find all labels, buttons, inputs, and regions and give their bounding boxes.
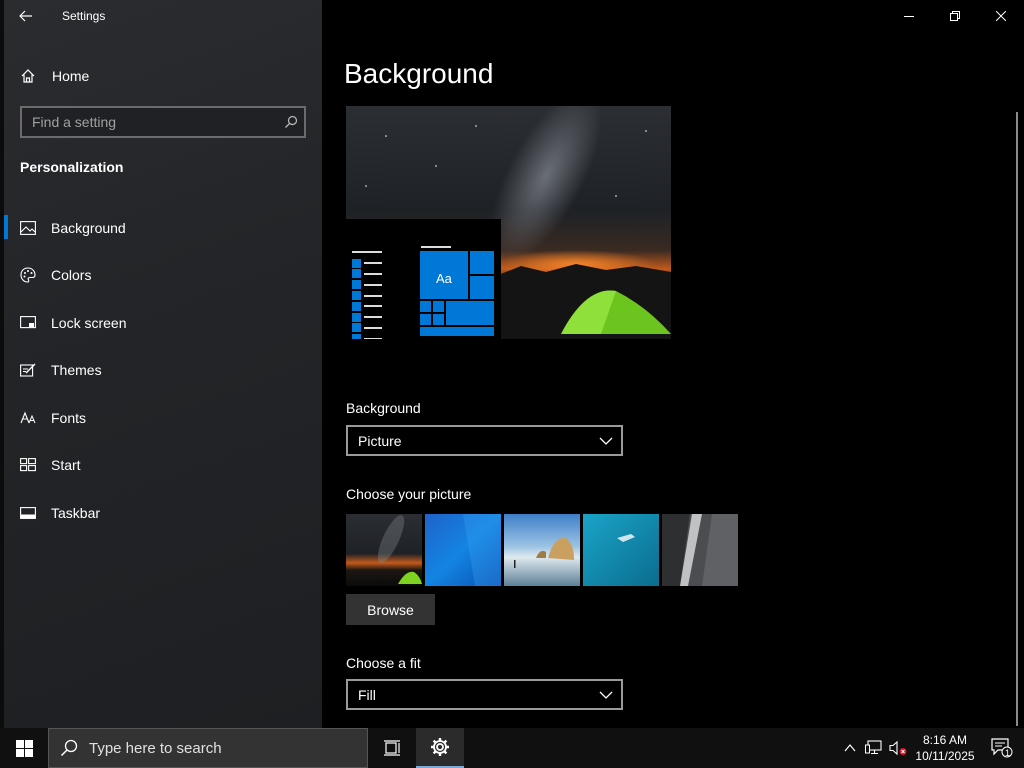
search-input[interactable] [22, 108, 278, 136]
choose-picture-label: Choose your picture [346, 486, 472, 502]
fit-dropdown[interactable]: Fill [346, 679, 623, 710]
themes-icon [20, 362, 36, 378]
sidebar-item-taskbar[interactable]: Taskbar [4, 489, 322, 537]
section-title: Personalization [20, 159, 124, 175]
title-bar: Settings [4, 0, 322, 32]
sidebar-item-label: Colors [51, 267, 92, 284]
sidebar-item-label: Background [51, 219, 126, 236]
notification-count: 1 [1005, 748, 1011, 758]
minimize-button[interactable] [886, 0, 932, 32]
sidebar-item-label: Start [51, 457, 81, 474]
palette-icon [20, 267, 36, 283]
close-button[interactable] [978, 0, 1024, 32]
system-tray: 8:16 AM 10/11/2025 1 [838, 728, 1024, 768]
restore-icon [950, 11, 960, 21]
chevron-down-icon [599, 437, 613, 445]
picture-thumbnails [346, 514, 741, 586]
start-icon [20, 457, 36, 473]
chevron-up-icon[interactable] [838, 728, 862, 768]
home-link[interactable]: Home [20, 64, 89, 88]
picture-icon [20, 220, 36, 236]
windows-logo-icon [15, 739, 33, 757]
background-dropdown[interactable]: Picture [346, 425, 623, 456]
home-icon [21, 69, 35, 83]
clock-date: 10/11/2025 [915, 749, 975, 763]
back-button[interactable] [4, 0, 48, 32]
sidebar-item-themes[interactable]: Themes [4, 347, 322, 395]
sidebar-item-background[interactable]: Background [4, 204, 322, 252]
network-icon[interactable] [862, 728, 886, 768]
preview-start-list [352, 247, 382, 339]
clock[interactable]: 8:16 AM 10/11/2025 [910, 732, 980, 764]
preview-tile-header [421, 246, 451, 248]
gear-icon [431, 738, 449, 756]
taskbar-settings-app[interactable] [416, 728, 464, 768]
main-content: Background Aa Background Picture Choose … [322, 0, 1024, 728]
taskbar-search [48, 728, 368, 768]
sidebar: Settings Home Personalization [0, 0, 322, 728]
sidebar-item-label: Lock screen [51, 314, 127, 331]
preview-tiles [420, 251, 494, 336]
taskbar-icon [20, 505, 36, 521]
volume-muted-icon[interactable] [886, 728, 910, 768]
settings-window: Settings Home Personalization [0, 0, 1024, 728]
taskbar-search-input[interactable] [89, 739, 349, 757]
sidebar-item-label: Taskbar [51, 504, 101, 521]
sidebar-item-label: Fonts [51, 409, 87, 426]
background-dropdown-value: Picture [358, 432, 402, 449]
background-preview: Aa [346, 106, 671, 339]
page-title: Background [344, 58, 494, 89]
sidebar-item-colors[interactable]: Colors [4, 252, 322, 300]
fit-label: Choose a fit [346, 655, 421, 671]
arrow-left-icon [19, 10, 32, 22]
thumbnail-windows-blue[interactable] [425, 514, 501, 586]
search-icon [49, 739, 89, 757]
preview-tile-text: Aa [436, 271, 452, 286]
scrollbar[interactable] [1016, 112, 1018, 726]
thumbnail-underwater-swimmer[interactable] [583, 514, 659, 586]
thumbnail-night-sky-tent[interactable] [346, 514, 422, 586]
settings-search [20, 106, 306, 138]
caption-buttons [886, 0, 1024, 32]
task-view-icon [384, 740, 400, 756]
start-button[interactable] [0, 728, 48, 768]
thumbnail-beach-rocks[interactable] [504, 514, 580, 586]
browse-button[interactable]: Browse [346, 594, 435, 625]
home-label: Home [52, 68, 90, 84]
lock-screen-icon [20, 315, 36, 331]
sidebar-item-fonts[interactable]: Fonts [4, 394, 322, 442]
restore-button[interactable] [932, 0, 978, 32]
sidebar-item-lock-screen[interactable]: Lock screen [4, 299, 322, 347]
background-label: Background [346, 400, 421, 416]
minimize-icon [904, 16, 914, 17]
chevron-down-icon [599, 691, 613, 699]
sidebar-item-label: Themes [51, 362, 102, 379]
task-view-button[interactable] [368, 728, 416, 768]
fit-dropdown-value: Fill [358, 686, 376, 703]
search-icon[interactable] [278, 115, 304, 129]
app-title: Settings [62, 9, 106, 23]
close-icon [996, 11, 1006, 21]
taskbar: 8:16 AM 10/11/2025 1 [0, 728, 1024, 768]
clock-time: 8:16 AM [922, 733, 968, 747]
sidebar-item-start[interactable]: Start [4, 442, 322, 490]
fonts-icon [20, 410, 36, 426]
preview-mock-window: Aa [346, 219, 501, 339]
action-center-button[interactable]: 1 [980, 728, 1024, 768]
personalization-nav: Background Colors Lock screen Themes Fon… [4, 204, 322, 537]
thumbnail-rock-cliff[interactable] [662, 514, 738, 586]
